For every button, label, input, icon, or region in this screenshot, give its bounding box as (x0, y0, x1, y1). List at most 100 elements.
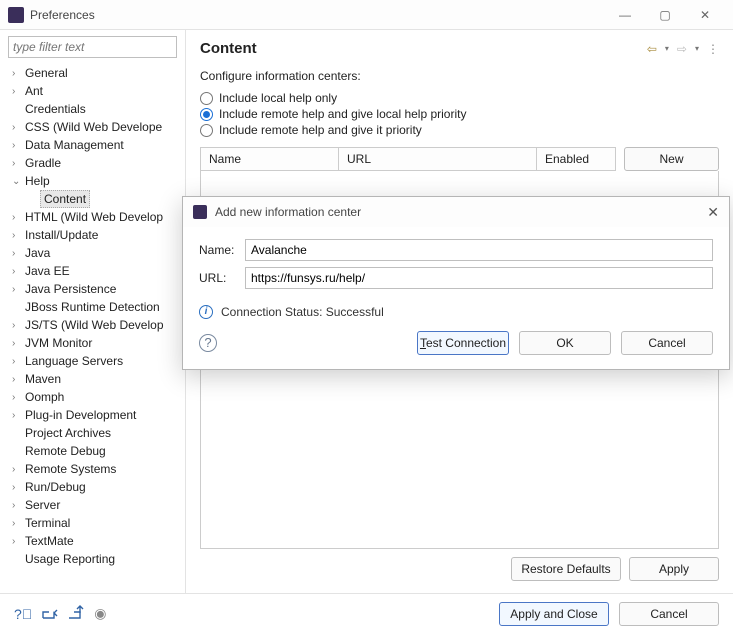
tree-item[interactable]: ›Java (0, 244, 185, 262)
chevron-right-icon[interactable]: › (12, 68, 22, 79)
test-connection-button[interactable]: Test Connection (417, 331, 509, 355)
chevron-right-icon[interactable]: › (12, 86, 22, 97)
tree-item-label: Oomph (22, 389, 67, 405)
new-button[interactable]: New (624, 147, 719, 171)
radio-icon[interactable] (200, 124, 213, 137)
tree-item-label: Content (40, 190, 90, 208)
chevron-right-icon[interactable]: › (12, 266, 22, 277)
tree-item[interactable]: ›Install/Update (0, 226, 185, 244)
restore-defaults-button[interactable]: Restore Defaults (511, 557, 621, 581)
tree-item-label: Usage Reporting (22, 551, 118, 567)
tree-item[interactable]: Project Archives (0, 424, 185, 442)
tree-item[interactable]: ›CSS (Wild Web Develope (0, 118, 185, 136)
chevron-right-icon[interactable]: › (12, 410, 22, 421)
tree-item[interactable]: ›Plug-in Development (0, 406, 185, 424)
nav-back-menu-icon[interactable]: ▾ (665, 44, 669, 53)
tree-item[interactable]: ›Terminal (0, 514, 185, 532)
tree-item[interactable]: ›Language Servers (0, 352, 185, 370)
chevron-right-icon[interactable]: › (12, 464, 22, 475)
dialog-close-button[interactable]: ✕ (707, 204, 719, 221)
radio-label: Include remote help and give it priority (219, 123, 422, 137)
connection-status-text: Connection Status: Successful (221, 305, 384, 319)
chevron-right-icon[interactable]: › (12, 320, 22, 331)
filter-input[interactable] (8, 36, 177, 58)
dialog-cancel-button[interactable]: Cancel (621, 331, 713, 355)
tree-item[interactable]: ›General (0, 64, 185, 82)
chevron-right-icon[interactable]: › (12, 518, 22, 529)
nav-back-icon[interactable]: ⇦ (647, 42, 657, 56)
chevron-down-icon[interactable]: ⌄ (12, 176, 22, 187)
tree-item[interactable]: ›Gradle (0, 154, 185, 172)
chevron-right-icon[interactable]: › (12, 392, 22, 403)
tree-item[interactable]: ›Data Management (0, 136, 185, 154)
tree-item-label: CSS (Wild Web Develope (22, 119, 165, 135)
radio-icon[interactable] (200, 92, 213, 105)
chevron-right-icon[interactable]: › (12, 500, 22, 511)
preferences-tree[interactable]: ›General›AntCredentials›CSS (Wild Web De… (0, 64, 185, 593)
tree-item-label: JVM Monitor (22, 335, 95, 351)
chevron-right-icon[interactable]: › (12, 140, 22, 151)
tree-item[interactable]: Remote Debug (0, 442, 185, 460)
tree-item[interactable]: ›JS/TS (Wild Web Develop (0, 316, 185, 334)
tree-item[interactable]: Usage Reporting (0, 550, 185, 568)
url-input[interactable] (245, 267, 713, 289)
chevron-right-icon[interactable]: › (12, 122, 22, 133)
import-prefs-icon[interactable] (42, 605, 58, 622)
tree-item[interactable]: ⌄Help (0, 172, 185, 190)
chevron-right-icon[interactable]: › (12, 536, 22, 547)
name-input[interactable] (245, 239, 713, 261)
tree-item[interactable]: ›TextMate (0, 532, 185, 550)
tree-item[interactable]: ›JVM Monitor (0, 334, 185, 352)
nav-forward-menu-icon[interactable]: ▾ (695, 44, 699, 53)
tree-item[interactable]: ›Maven (0, 370, 185, 388)
help-icon[interactable]: ?⃝ (14, 606, 32, 622)
dialog-title: Add new information center (215, 205, 707, 219)
radio-option[interactable]: Include local help only (200, 91, 719, 105)
tree-item[interactable]: ›Oomph (0, 388, 185, 406)
tree-item[interactable]: ›Remote Systems (0, 460, 185, 478)
tree-item-label: TextMate (22, 533, 77, 549)
column-url[interactable]: URL (339, 148, 537, 170)
chevron-right-icon[interactable]: › (12, 158, 22, 169)
radio-icon[interactable] (200, 108, 213, 121)
tree-item-label: Gradle (22, 155, 64, 171)
column-name[interactable]: Name (201, 148, 339, 170)
tree-item[interactable]: ›Server (0, 496, 185, 514)
chevron-right-icon[interactable]: › (12, 248, 22, 259)
window-titlebar: Preferences — ▢ ✕ (0, 0, 733, 30)
cancel-button[interactable]: Cancel (619, 602, 719, 626)
tree-item[interactable]: Credentials (0, 100, 185, 118)
tree-item[interactable]: Content (0, 190, 185, 208)
chevron-right-icon[interactable]: › (12, 356, 22, 367)
view-menu-icon[interactable]: ⋮ (707, 42, 719, 56)
close-window-button[interactable]: ✕ (685, 1, 725, 29)
chevron-right-icon[interactable]: › (12, 212, 22, 223)
tree-item-label: HTML (Wild Web Develop (22, 209, 166, 225)
maximize-button[interactable]: ▢ (645, 1, 685, 29)
chevron-right-icon[interactable]: › (12, 374, 22, 385)
radio-option[interactable]: Include remote help and give it priority (200, 123, 719, 137)
chevron-right-icon[interactable]: › (12, 230, 22, 241)
oomph-record-icon[interactable]: ◉ (94, 605, 106, 622)
tree-item-label: Ant (22, 83, 46, 99)
apply-and-close-button[interactable]: Apply and Close (499, 602, 609, 626)
chevron-right-icon[interactable]: › (12, 482, 22, 493)
apply-button[interactable]: Apply (629, 557, 719, 581)
radio-option[interactable]: Include remote help and give local help … (200, 107, 719, 121)
tree-item[interactable]: ›HTML (Wild Web Develop (0, 208, 185, 226)
dialog-help-icon[interactable]: ? (199, 334, 217, 352)
minimize-button[interactable]: — (605, 1, 645, 29)
tree-item[interactable]: ›Ant (0, 82, 185, 100)
info-centers-table-header: Name URL Enabled (200, 147, 616, 171)
tree-item[interactable]: ›Java Persistence (0, 280, 185, 298)
chevron-right-icon[interactable]: › (12, 284, 22, 295)
nav-forward-icon[interactable]: ⇨ (677, 42, 687, 56)
column-enabled[interactable]: Enabled (537, 148, 616, 170)
export-prefs-icon[interactable] (68, 605, 84, 622)
tree-item[interactable]: ›Java EE (0, 262, 185, 280)
tree-item-label: Server (22, 497, 63, 513)
chevron-right-icon[interactable]: › (12, 338, 22, 349)
tree-item[interactable]: ›Run/Debug (0, 478, 185, 496)
ok-button[interactable]: OK (519, 331, 611, 355)
tree-item[interactable]: JBoss Runtime Detection (0, 298, 185, 316)
